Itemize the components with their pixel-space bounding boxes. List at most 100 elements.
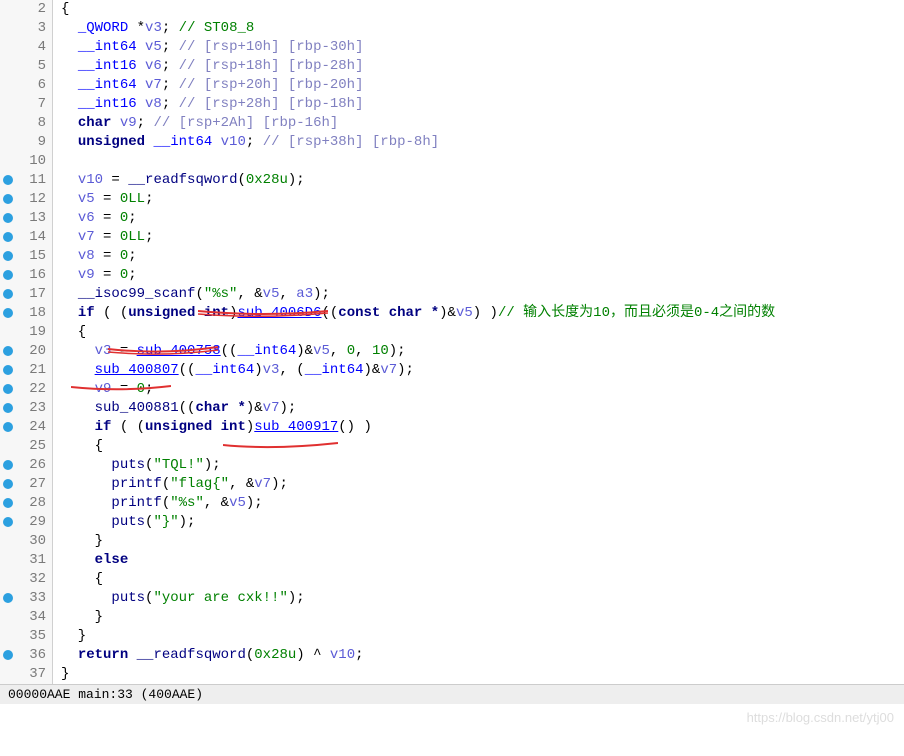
breakpoint-icon[interactable] [3, 384, 13, 394]
gutter-row[interactable]: 28 [0, 494, 52, 513]
breakpoint-icon[interactable] [3, 422, 13, 432]
code-line[interactable]: sub_400807((__int64)v3, (__int64)&v7); [61, 361, 904, 380]
code-line[interactable]: if ( (unsigned int)sub_400917() ) [61, 418, 904, 437]
breakpoint-icon[interactable] [3, 194, 13, 204]
code-line[interactable]: unsigned __int64 v10; // [rsp+38h] [rbp-… [61, 133, 904, 152]
gutter-row[interactable]: 12 [0, 190, 52, 209]
gutter-row[interactable]: 31 [0, 551, 52, 570]
code-line[interactable]: v6 = 0; [61, 209, 904, 228]
gutter-row[interactable]: 6 [0, 76, 52, 95]
code-body[interactable]: { _QWORD *v3; // ST08_8 __int64 v5; // [… [53, 0, 904, 684]
code-line[interactable]: puts("your are cxk!!"); [61, 589, 904, 608]
code-line[interactable]: sub_400881((char *)&v7); [61, 399, 904, 418]
breakpoint-icon[interactable] [3, 346, 13, 356]
breakpoint-icon[interactable] [3, 270, 13, 280]
code-line[interactable]: } [61, 627, 904, 646]
breakpoint-icon[interactable] [3, 232, 13, 242]
code-line[interactable] [61, 152, 904, 171]
gutter-row[interactable]: 19 [0, 323, 52, 342]
code-line[interactable]: } [61, 608, 904, 627]
gutter-row[interactable]: 24 [0, 418, 52, 437]
code-line[interactable]: v5 = 0LL; [61, 190, 904, 209]
gutter-row[interactable]: 21 [0, 361, 52, 380]
code-line[interactable]: v3 = sub_400758((__int64)&v5, 0, 10); [61, 342, 904, 361]
code-line[interactable]: { [61, 437, 904, 456]
gutter-row[interactable]: 9 [0, 133, 52, 152]
code-line[interactable]: return __readfsqword(0x28u) ^ v10; [61, 646, 904, 665]
breakpoint-icon[interactable] [3, 308, 13, 318]
gutter-row[interactable]: 29 [0, 513, 52, 532]
breakpoint-icon[interactable] [3, 289, 13, 299]
gutter-row[interactable]: 26 [0, 456, 52, 475]
gutter-row[interactable]: 13 [0, 209, 52, 228]
code-line[interactable]: else [61, 551, 904, 570]
code-line[interactable]: } [61, 532, 904, 551]
code-line[interactable]: } [61, 665, 904, 684]
code-line[interactable]: v10 = __readfsqword(0x28u); [61, 171, 904, 190]
gutter-row[interactable]: 16 [0, 266, 52, 285]
line-number: 7 [38, 95, 46, 114]
code-line[interactable]: v9 = 0; [61, 266, 904, 285]
gutter-row[interactable]: 23 [0, 399, 52, 418]
code-line[interactable]: puts("TQL!"); [61, 456, 904, 475]
breakpoint-icon[interactable] [3, 175, 13, 185]
gutter-row[interactable]: 22 [0, 380, 52, 399]
line-number: 5 [38, 57, 46, 76]
code-line[interactable]: v8 = 0; [61, 247, 904, 266]
code-line[interactable]: _QWORD *v3; // ST08_8 [61, 19, 904, 38]
code-line[interactable]: { [61, 323, 904, 342]
gutter-row[interactable]: 35 [0, 627, 52, 646]
code-line[interactable]: printf("flag{", &v7); [61, 475, 904, 494]
gutter-row[interactable]: 20 [0, 342, 52, 361]
gutter-row[interactable]: 18 [0, 304, 52, 323]
line-number: 2 [38, 0, 46, 19]
code-line[interactable]: v9 = 0; [61, 380, 904, 399]
status-bar: 00000AAE main:33 (400AAE) [0, 684, 904, 704]
gutter-row[interactable]: 30 [0, 532, 52, 551]
code-line[interactable]: __int16 v6; // [rsp+18h] [rbp-28h] [61, 57, 904, 76]
gutter-row[interactable]: 17 [0, 285, 52, 304]
gutter-row[interactable]: 27 [0, 475, 52, 494]
breakpoint-icon[interactable] [3, 593, 13, 603]
gutter-row[interactable]: 32 [0, 570, 52, 589]
breakpoint-icon[interactable] [3, 479, 13, 489]
line-number: 31 [29, 551, 46, 570]
breakpoint-icon[interactable] [3, 460, 13, 470]
breakpoint-icon[interactable] [3, 403, 13, 413]
line-number: 30 [29, 532, 46, 551]
gutter-row[interactable]: 10 [0, 152, 52, 171]
code-line[interactable]: __int16 v8; // [rsp+28h] [rbp-18h] [61, 95, 904, 114]
code-line[interactable]: char v9; // [rsp+2Ah] [rbp-16h] [61, 114, 904, 133]
gutter-row[interactable]: 8 [0, 114, 52, 133]
code-line[interactable]: { [61, 0, 904, 19]
code-line[interactable]: __int64 v7; // [rsp+20h] [rbp-20h] [61, 76, 904, 95]
gutter-row[interactable]: 37 [0, 665, 52, 684]
code-line[interactable]: __int64 v5; // [rsp+10h] [rbp-30h] [61, 38, 904, 57]
code-line[interactable]: printf("%s", &v5); [61, 494, 904, 513]
breakpoint-icon[interactable] [3, 213, 13, 223]
breakpoint-icon[interactable] [3, 365, 13, 375]
gutter-row[interactable]: 11 [0, 171, 52, 190]
breakpoint-icon[interactable] [3, 251, 13, 261]
gutter-row[interactable]: 3 [0, 19, 52, 38]
gutter-row[interactable]: 33 [0, 589, 52, 608]
code-line[interactable]: if ( (unsigned int)sub_4006D6((const cha… [61, 304, 904, 323]
code-line[interactable]: v7 = 0LL; [61, 228, 904, 247]
gutter-row[interactable]: 7 [0, 95, 52, 114]
breakpoint-icon[interactable] [3, 517, 13, 527]
gutter-row[interactable]: 15 [0, 247, 52, 266]
gutter-row[interactable]: 25 [0, 437, 52, 456]
gutter-row[interactable]: 14 [0, 228, 52, 247]
line-number: 23 [29, 399, 46, 418]
code-line[interactable]: { [61, 570, 904, 589]
gutter-row[interactable]: 5 [0, 57, 52, 76]
breakpoint-icon[interactable] [3, 498, 13, 508]
code-line[interactable]: __isoc99_scanf("%s", &v5, a3); [61, 285, 904, 304]
code-line[interactable]: puts("}"); [61, 513, 904, 532]
line-number: 20 [29, 342, 46, 361]
gutter-row[interactable]: 36 [0, 646, 52, 665]
gutter-row[interactable]: 2 [0, 0, 52, 19]
gutter-row[interactable]: 4 [0, 38, 52, 57]
gutter-row[interactable]: 34 [0, 608, 52, 627]
breakpoint-icon[interactable] [3, 650, 13, 660]
